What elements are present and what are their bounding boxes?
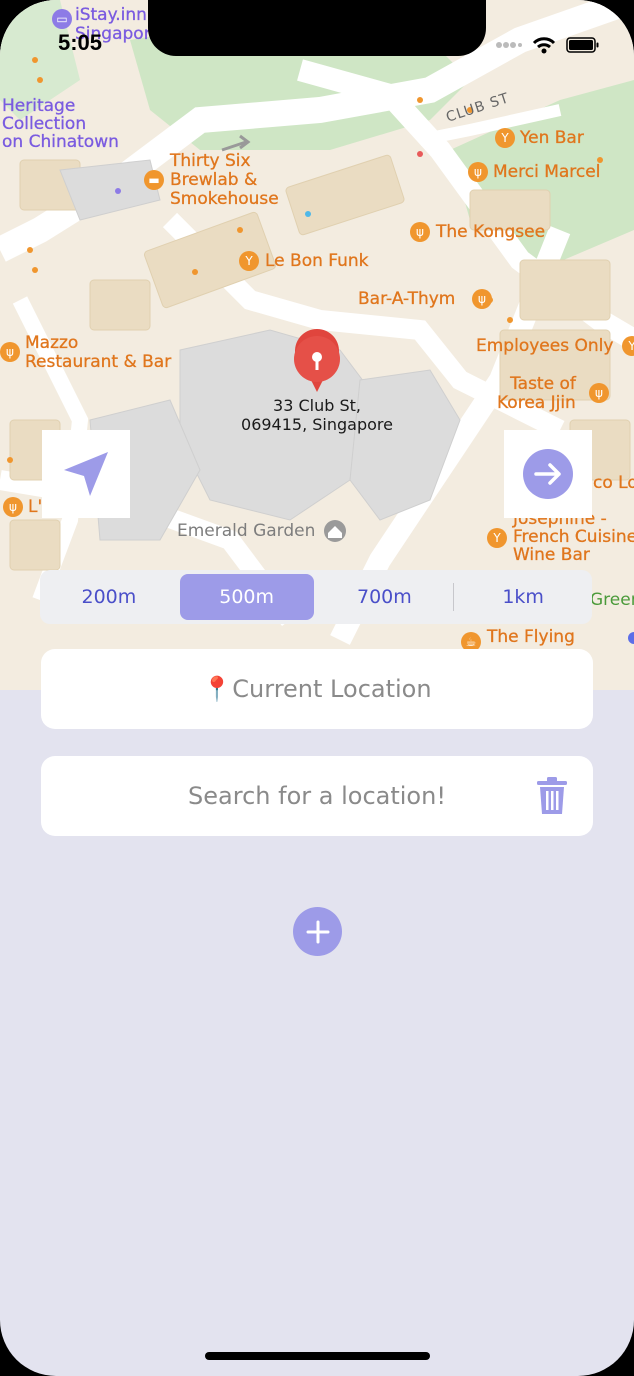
map-label-merci-marcel: Merci Marcel — [493, 162, 601, 182]
locate-me-button[interactable] — [42, 430, 130, 518]
map-label-bar-a-thym: Bar-A-Thym — [358, 289, 456, 309]
trash-icon[interactable] — [535, 776, 569, 816]
map-label-le-bon-funk: Le Bon Funk — [265, 251, 369, 271]
hotel-icon: ▭ — [52, 9, 72, 29]
device-notch — [148, 0, 486, 56]
bar-icon: Y — [239, 251, 259, 271]
restaurant-icon: ▬ — [144, 170, 164, 190]
navigation-arrow-icon — [64, 452, 108, 496]
home-indicator — [205, 1352, 430, 1360]
distance-option-700m[interactable]: 700m — [318, 574, 452, 620]
map-label-taste-korea: Taste of Korea Jjin — [497, 374, 576, 413]
map-label-partial-l: L' — [28, 497, 43, 517]
map-label-thirtysix: Thirty Six Brewlab & Smokehouse — [170, 151, 279, 209]
signal-icon — [496, 42, 522, 48]
map-label-coco: co Lo — [593, 473, 634, 493]
go-button[interactable] — [504, 430, 592, 518]
restaurant-icon: ψ — [468, 162, 488, 182]
restaurant-icon: ψ — [3, 497, 23, 517]
current-location-field[interactable]: 📍Current Location — [41, 649, 593, 729]
map-label-employees-only: Employees Only — [476, 336, 614, 356]
distance-option-1km[interactable]: 1km — [456, 574, 590, 620]
map-label-mazzo: Mazzo Restaurant & Bar — [25, 333, 172, 372]
pin-address: 33 Club St, 069415, Singapore — [241, 396, 393, 434]
distance-option-200m[interactable]: 200m — [42, 574, 176, 620]
app-screen: iStay.inn Singapore ▭ Heritage Collection o… — [0, 0, 634, 1376]
plus-icon — [306, 920, 329, 943]
distance-option-500m[interactable]: 500m — [179, 574, 314, 620]
search-placeholder: Search for a location! — [188, 782, 446, 810]
restaurant-icon: ψ — [589, 383, 609, 403]
status-time: 5:05 — [58, 30, 103, 55]
distance-selector: 200m 500m 700m 1km — [40, 570, 592, 624]
restaurant-icon: ψ — [410, 222, 430, 242]
map-label-yen-bar: Yen Bar — [520, 128, 584, 148]
status-icons — [496, 36, 600, 54]
bar-icon: Y — [487, 528, 507, 548]
map-label-emerald-garden: Emerald Garden — [177, 521, 316, 541]
map-label-flying: The Flying — [487, 627, 575, 647]
arrow-right-circle-icon — [523, 449, 573, 499]
map-view[interactable]: iStay.inn Singapore ▭ Heritage Collection o… — [0, 0, 634, 690]
bar-icon: Y — [495, 128, 515, 148]
segment-divider — [453, 583, 455, 611]
battery-icon — [566, 37, 599, 53]
map-label-heritage: Heritage Collection on Chinatown — [2, 96, 119, 152]
search-location-field[interactable]: Search for a location! — [41, 756, 593, 836]
restaurant-icon: ψ — [0, 342, 20, 362]
map-label-green: Green — [590, 590, 634, 610]
map-label-kongsee: The Kongsee — [436, 222, 546, 242]
restaurant-icon: ψ — [472, 289, 492, 309]
add-location-button[interactable] — [293, 907, 342, 956]
wifi-icon — [532, 37, 556, 54]
map-label-josephine: Josephine - French Cuisine Wine Bar — [513, 509, 634, 565]
